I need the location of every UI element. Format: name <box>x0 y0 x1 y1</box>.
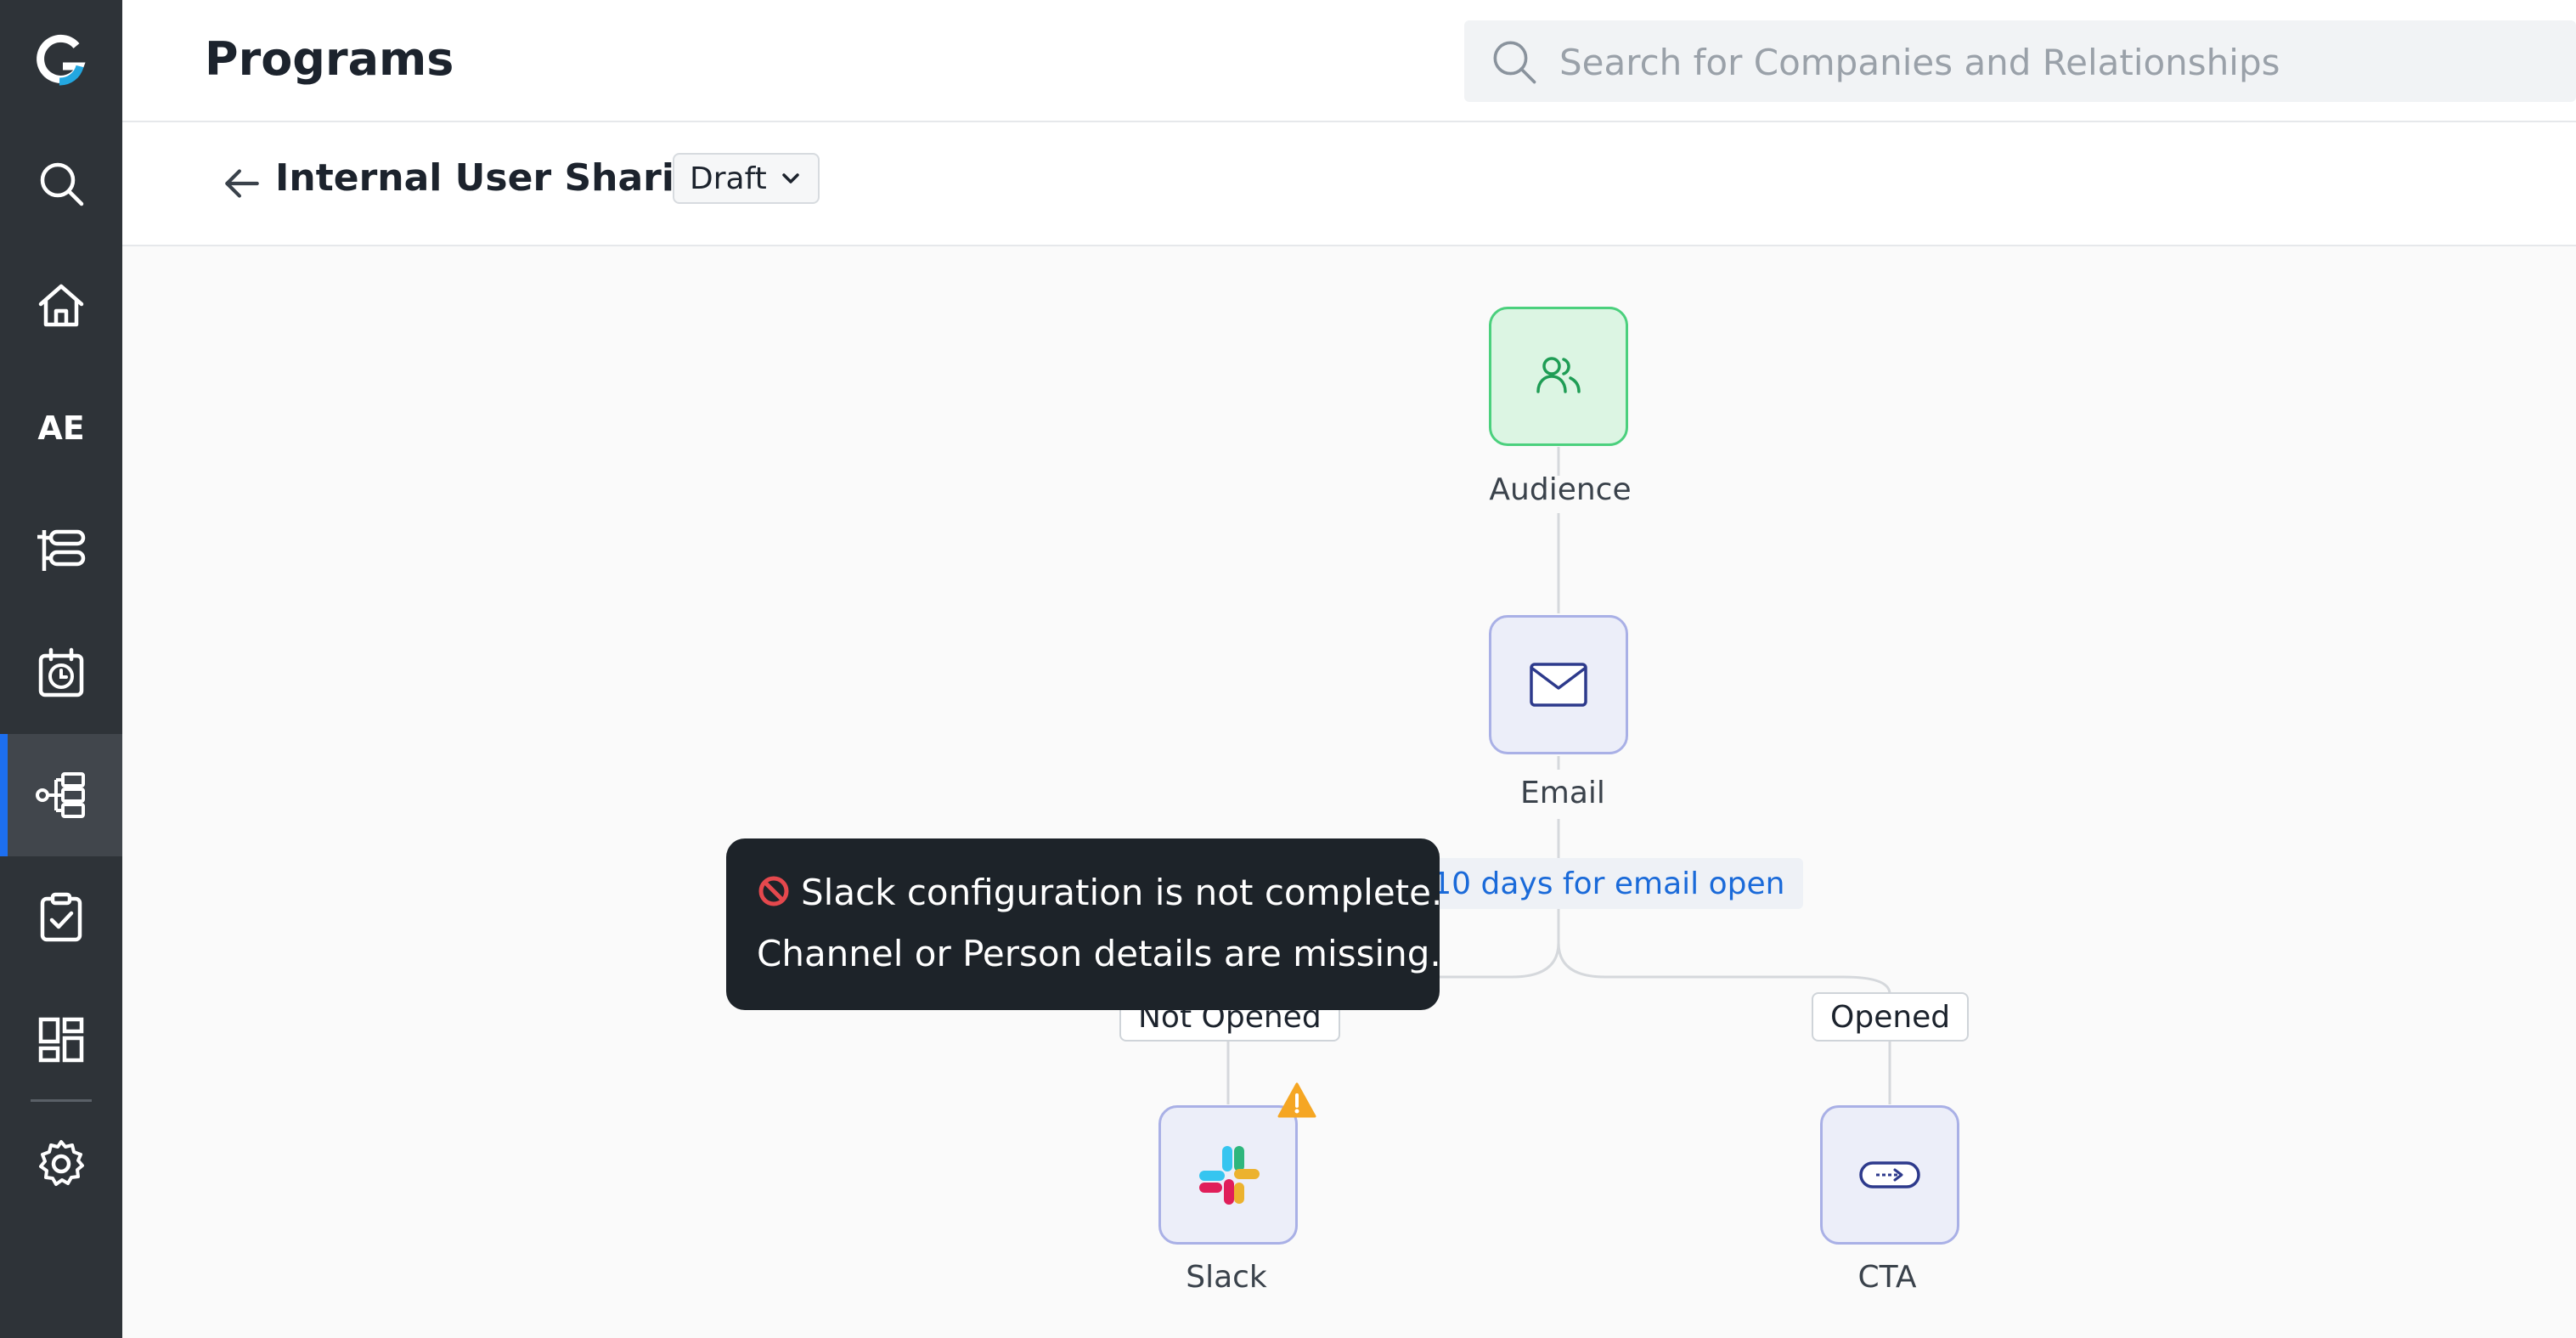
email-node[interactable] <box>1489 615 1628 754</box>
wait-condition[interactable]: r 10 days for email open <box>1391 858 1804 909</box>
envelope-icon <box>1530 663 1587 707</box>
users-icon <box>1536 357 1581 393</box>
prohibited-icon <box>758 876 789 906</box>
home-icon <box>38 284 84 327</box>
search-input[interactable] <box>1558 20 2495 104</box>
sidebar-divider <box>31 1099 92 1102</box>
cta-icon <box>1859 1161 1920 1188</box>
tasks-icon <box>40 892 82 942</box>
search-icon <box>1493 41 1536 84</box>
slack-node[interactable] <box>1158 1105 1298 1245</box>
settings-icon <box>39 1140 84 1186</box>
sidebar-item-timeline[interactable] <box>0 489 122 612</box>
sidebar-item-programs[interactable] <box>0 734 122 856</box>
audience-node[interactable] <box>1489 307 1628 446</box>
gainsight-logo-icon <box>37 34 86 86</box>
program-name: Internal User Sharing <box>275 156 728 200</box>
status-dropdown[interactable]: Draft <box>673 153 820 204</box>
sidebar: AE <box>0 0 122 1338</box>
sidebar-item-tasks[interactable] <box>0 856 122 979</box>
timeline-icon <box>37 529 86 571</box>
cta-label: CTA <box>1857 1260 1917 1295</box>
branch-opened[interactable]: Opened <box>1812 992 1970 1042</box>
tooltip-line-1: Slack configuration is not complete. <box>801 872 1443 913</box>
chevron-down-icon <box>782 173 799 183</box>
sidebar-item-home[interactable] <box>0 245 122 367</box>
sidebar-item-dashboards[interactable] <box>0 979 122 1101</box>
slack-icon <box>1199 1146 1260 1205</box>
warning-icon[interactable] <box>1277 1082 1316 1118</box>
sidebar-item-label: AE <box>37 409 85 447</box>
sidebar-item-ae[interactable]: AE <box>0 367 122 489</box>
calendar-clock-icon <box>38 647 84 697</box>
email-label: Email <box>1520 776 1605 810</box>
tooltip-line-2: Channel or Person details are missing. <box>757 933 1441 974</box>
slack-config-tooltip: Slack configuration is not complete. Cha… <box>726 838 1443 1010</box>
status-value: Draft <box>690 161 767 196</box>
sidebar-item-settings[interactable] <box>0 1103 122 1225</box>
slack-label: Slack <box>1186 1260 1267 1295</box>
program-header: Internal User Sharing Draft <box>122 122 2576 246</box>
page-title: Programs <box>205 32 454 86</box>
sidebar-item-calendar[interactable] <box>0 612 122 734</box>
search-icon <box>40 162 84 206</box>
programs-icon <box>36 772 85 818</box>
dashboard-icon <box>38 1017 84 1063</box>
sidebar-item-search[interactable] <box>0 122 122 245</box>
global-search[interactable] <box>1464 20 2576 104</box>
flow-canvas[interactable] <box>122 246 2576 1338</box>
audience-label: Audience <box>1489 472 1632 507</box>
arrow-left-icon <box>225 169 259 198</box>
top-header: Programs <box>122 0 2576 122</box>
cta-node[interactable] <box>1820 1105 1959 1245</box>
back-button[interactable] <box>214 156 268 211</box>
gainsight-logo[interactable] <box>0 0 122 122</box>
